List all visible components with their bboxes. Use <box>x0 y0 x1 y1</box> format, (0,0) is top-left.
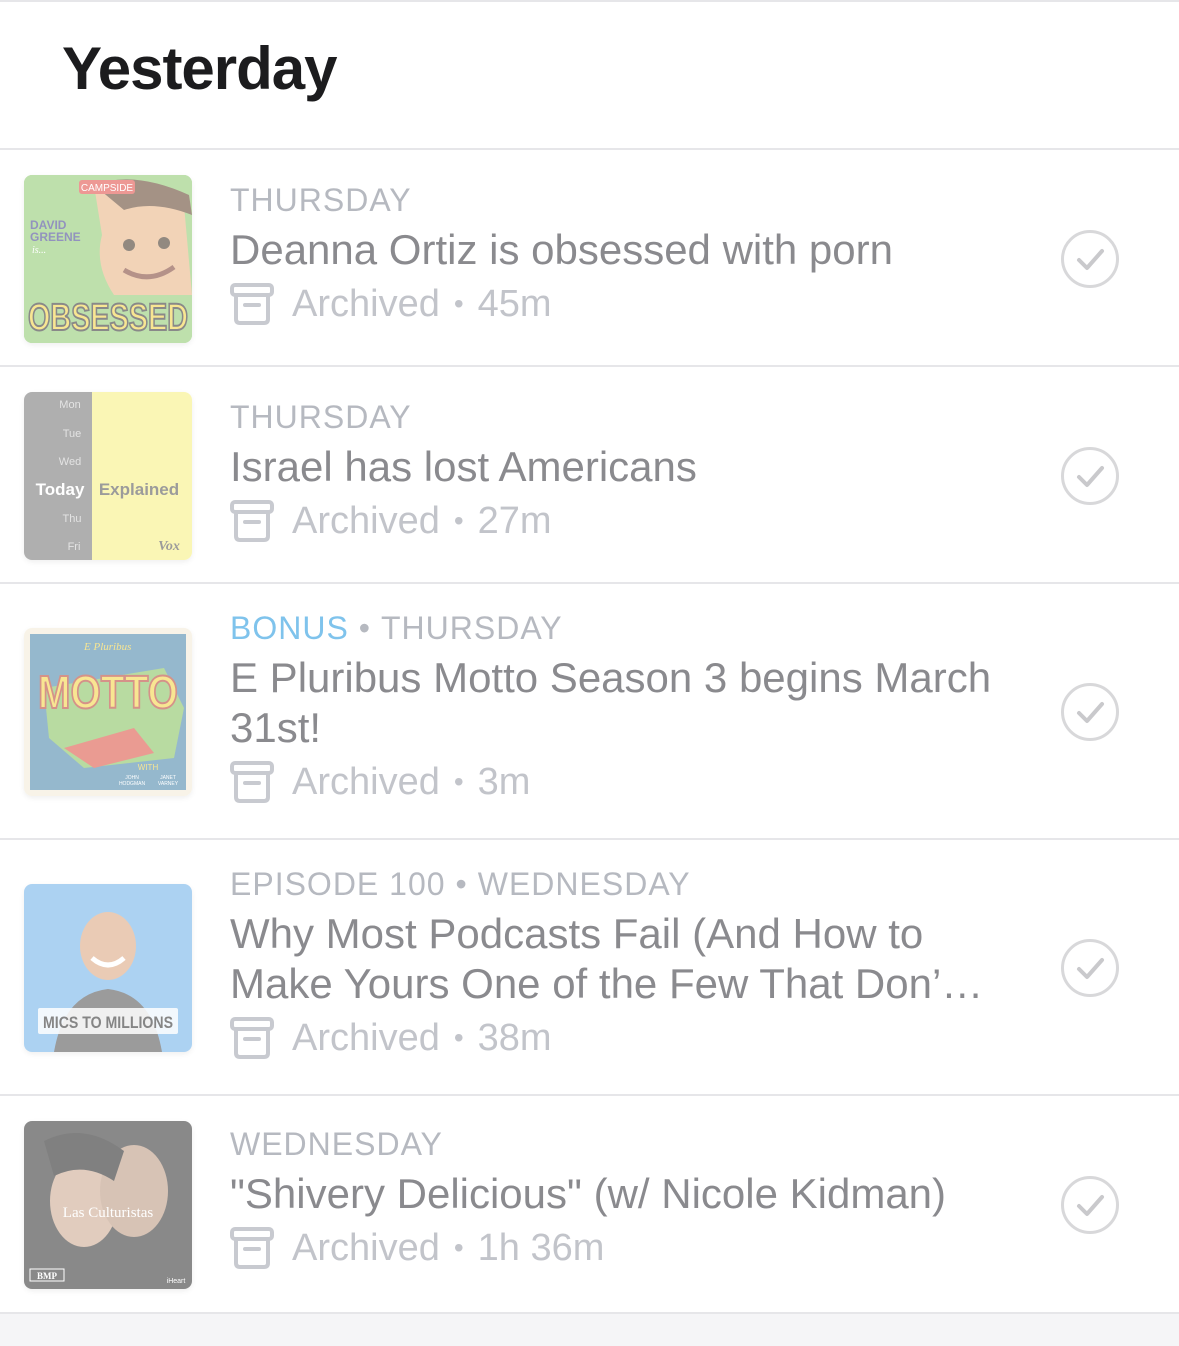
art-show-word: OBSESSED <box>28 297 188 339</box>
episode-title[interactable]: Why Most Podcasts Fail (And How to Make … <box>230 909 1009 1009</box>
archive-icon <box>230 761 274 803</box>
episode-row-2[interactable]: Mon Tue Wed Today Explained Thu Fri Vox … <box>0 367 1179 584</box>
podcast-artwork-las-culturistas: Las Culturistas BMP iHeart <box>24 1121 192 1289</box>
podcast-artwork-today-explained: Mon Tue Wed Today Explained Thu Fri Vox <box>24 392 192 560</box>
separator-dot: • <box>455 866 468 902</box>
episode-meta: BONUS • THURSDAY <box>230 610 1009 647</box>
episode-info: THURSDAY Israel has lost Americans Archi… <box>230 399 1009 544</box>
episode-duration: 27m <box>477 499 552 542</box>
episode-title[interactable]: "Shivery Delicious" (w/ Nicole Kidman) <box>230 1169 1009 1219</box>
art-show-word: MICS TO MILLIONS <box>43 1013 173 1032</box>
artwork-obsessed-image: CAMPSIDE DAVID GREENE is... OBSESSED <box>24 175 192 343</box>
episode-title[interactable]: Deanna Ortiz is obsessed with porn <box>230 225 1009 275</box>
episode-duration: 1h 36m <box>477 1226 605 1269</box>
episode-info: BONUS • THURSDAY E Pluribus Motto Season 3… <box>230 610 1009 805</box>
episode-row-1[interactable]: CAMPSIDE DAVID GREENE is... OBSESSED THU… <box>0 150 1179 367</box>
episode-info: THURSDAY Deanna Ortiz is obsessed with p… <box>230 182 1009 327</box>
podcast-artwork-motto: E Pluribus MOTTO WITH JOHN HODGMAN JANET… <box>24 628 192 796</box>
status-label: Archived <box>292 282 440 325</box>
art-host2-last: VARNEY <box>158 781 179 787</box>
played-check-button[interactable] <box>1061 939 1119 997</box>
podcast-artwork-mics-to-millions: MICS TO MILLIONS <box>24 884 192 1052</box>
separator-dot: • <box>358 610 371 646</box>
art-word: MOTTO <box>38 666 178 718</box>
art-day-mon: Mon <box>59 399 80 411</box>
art-brand: Vox <box>158 539 180 554</box>
art-day-thu: Thu <box>63 513 82 525</box>
art-day-tue: Tue <box>63 428 82 440</box>
episode-info: WEDNESDAY "Shivery Delicious" (w/ Nicole… <box>230 1126 1009 1271</box>
episode-row-4[interactable]: MICS TO MILLIONS EPISODE 100 • WEDNESDAY W… <box>0 840 1179 1096</box>
episode-status: Archived • 45m <box>230 281 1009 327</box>
episode-duration: 45m <box>477 282 552 325</box>
episode-meta: THURSDAY <box>230 182 1009 219</box>
checkmark-icon <box>1077 958 1104 979</box>
art-host1-last: HODGMAN <box>119 781 146 787</box>
artwork-las-culturistas-image: Las Culturistas BMP iHeart <box>24 1121 192 1289</box>
artwork-motto-image: E Pluribus MOTTO WITH JOHN HODGMAN JANET… <box>24 628 192 796</box>
episode-info: EPISODE 100 • WEDNESDAY Why Most Podcasts … <box>230 866 1009 1061</box>
episode-status: Archived • 38m <box>230 1015 1009 1061</box>
archive-icon <box>230 283 274 325</box>
art-corner-right: iHeart <box>167 1278 186 1285</box>
archive-icon <box>230 1017 274 1059</box>
episode-status: Archived • 3m <box>230 759 1009 805</box>
episode-day: WEDNESDAY <box>477 866 691 902</box>
art-top-tag: CAMPSIDE <box>81 183 134 194</box>
episode-row-5[interactable]: Las Culturistas BMP iHeart WEDNESDAY "Sh… <box>0 1096 1179 1314</box>
archive-icon <box>230 500 274 542</box>
episode-day: WEDNESDAY <box>230 1126 443 1162</box>
status-label: Archived <box>292 760 440 803</box>
checkmark-icon <box>1077 702 1104 723</box>
episode-badge: EPISODE 100 <box>230 866 446 902</box>
separator-dot: • <box>453 505 464 536</box>
episode-badge: BONUS <box>230 610 349 646</box>
archive-icon <box>230 1227 274 1269</box>
separator-dot: • <box>453 1022 464 1053</box>
section-title: Yesterday <box>62 35 338 102</box>
status-label: Archived <box>292 1016 440 1059</box>
art-day-fri: Fri <box>68 541 81 553</box>
status-label: Archived <box>292 1226 440 1269</box>
artwork-today-explained-image: Mon Tue Wed Today Explained Thu Fri Vox <box>24 392 192 560</box>
episode-meta: EPISODE 100 • WEDNESDAY <box>230 866 1009 903</box>
podcast-artwork-obsessed: CAMPSIDE DAVID GREENE is... OBSESSED <box>24 175 192 343</box>
art-explained: Explained <box>99 480 179 499</box>
episode-duration: 38m <box>477 1016 552 1059</box>
art-corner-left: BMP <box>37 1271 57 1281</box>
checkmark-icon <box>1077 1195 1104 1216</box>
status-label: Archived <box>292 499 440 542</box>
checkmark-icon <box>1077 249 1104 270</box>
art-name-line2: GREENE <box>30 230 81 244</box>
art-script: E Pluribus <box>83 641 131 653</box>
episode-title[interactable]: E Pluribus Motto Season 3 begins March 3… <box>230 653 1009 753</box>
art-day-wed: Wed <box>59 456 81 468</box>
art-today: Today <box>36 480 85 499</box>
played-check-button[interactable] <box>1061 447 1119 505</box>
separator-dot: • <box>453 766 464 797</box>
bottom-background <box>0 1314 1179 1346</box>
episode-day: THURSDAY <box>381 610 563 646</box>
art-show-word: Las Culturistas <box>63 1205 154 1221</box>
episode-meta: WEDNESDAY <box>230 1126 1009 1163</box>
episode-meta: THURSDAY <box>230 399 1009 436</box>
episode-status: Archived • 27m <box>230 498 1009 544</box>
checkmark-icon <box>1077 466 1104 487</box>
episode-list: CAMPSIDE DAVID GREENE is... OBSESSED THU… <box>0 150 1179 1314</box>
art-is-text: is... <box>32 245 46 256</box>
section-header: Yesterday <box>0 0 1179 150</box>
played-check-button[interactable] <box>1061 683 1119 741</box>
episode-status: Archived • 1h 36m <box>230 1225 1009 1271</box>
played-check-button[interactable] <box>1061 230 1119 288</box>
played-check-button[interactable] <box>1061 1176 1119 1234</box>
separator-dot: • <box>453 1232 464 1263</box>
episode-title[interactable]: Israel has lost Americans <box>230 442 1009 492</box>
episode-row-3[interactable]: E Pluribus MOTTO WITH JOHN HODGMAN JANET… <box>0 584 1179 840</box>
episode-day: THURSDAY <box>230 399 412 435</box>
art-with: WITH <box>138 763 159 772</box>
episode-day: THURSDAY <box>230 182 412 218</box>
artwork-mics-to-millions-image: MICS TO MILLIONS <box>24 884 192 1052</box>
separator-dot: • <box>453 288 464 319</box>
episode-duration: 3m <box>477 760 531 803</box>
